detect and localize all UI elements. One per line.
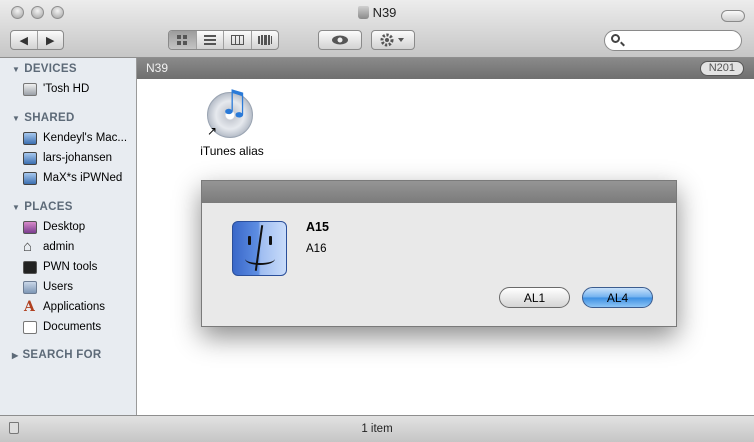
users-icon bbox=[23, 280, 37, 294]
sidebar-item-kendeyls-mac[interactable]: Kendeyl's Mac... bbox=[23, 130, 127, 146]
column-view-button[interactable] bbox=[223, 31, 251, 49]
forward-arrow-icon: ▶ bbox=[46, 34, 55, 47]
disclosure-triangle-icon: ▶ bbox=[12, 351, 19, 360]
status-bar: 1 item bbox=[0, 415, 754, 442]
icon-view-button[interactable] bbox=[169, 31, 196, 49]
itunes-alias-icon[interactable]: ♫ ↗ bbox=[207, 86, 257, 140]
sidebar-section-places[interactable]: ▼ PLACES bbox=[12, 201, 73, 213]
trash-icon bbox=[357, 6, 369, 19]
disk-icon bbox=[23, 82, 37, 96]
computer-icon bbox=[23, 151, 37, 165]
back-arrow-icon: ◀ bbox=[19, 34, 28, 47]
list-view-button[interactable] bbox=[195, 31, 224, 49]
item-count: 1 item bbox=[361, 423, 393, 435]
computer-icon bbox=[23, 171, 37, 185]
terminal-icon bbox=[23, 260, 37, 274]
finder-icon bbox=[232, 221, 287, 276]
eye-icon bbox=[332, 35, 348, 45]
coverflow-view-button[interactable] bbox=[250, 31, 279, 49]
disclosure-triangle-icon: ▼ bbox=[12, 65, 21, 74]
disclosure-triangle-icon: ▼ bbox=[12, 203, 21, 212]
sidebar-section-shared[interactable]: ▼ SHARED bbox=[12, 112, 75, 124]
dialog-title: A15 bbox=[306, 220, 329, 234]
navigation-buttons: ◀ ▶ bbox=[10, 30, 64, 50]
sidebar-item-desktop[interactable]: Desktop bbox=[23, 219, 85, 235]
sidebar-item-pwn-tools[interactable]: PWN tools bbox=[23, 259, 97, 275]
sidebar-item-lars-johansen[interactable]: lars-johansen bbox=[23, 150, 112, 166]
dialog-secondary-button[interactable]: AL1 bbox=[499, 287, 570, 308]
current-folder-label: N39 bbox=[146, 61, 169, 75]
sidebar-item-admin[interactable]: admin bbox=[23, 238, 74, 255]
folder-badge[interactable]: N201 bbox=[699, 61, 744, 76]
toolbar-toggle-button[interactable] bbox=[721, 10, 745, 22]
search-input[interactable] bbox=[625, 33, 739, 50]
sidebar-item-tosh-hd[interactable]: 'Tosh HD bbox=[23, 81, 89, 97]
computer-icon bbox=[23, 131, 37, 145]
gear-icon bbox=[380, 33, 404, 47]
applications-icon bbox=[23, 299, 37, 315]
alias-arrow-icon: ↗ bbox=[207, 124, 218, 138]
finder-window: N39 ◀ ▶ ▼ DEVICES 'Tosh HD ▼ SHARED Kend… bbox=[0, 0, 754, 442]
sidebar: ▼ DEVICES 'Tosh HD ▼ SHARED Kendeyl's Mac.… bbox=[0, 58, 137, 415]
desktop-icon bbox=[23, 220, 37, 234]
sidebar-item-users[interactable]: Users bbox=[23, 279, 73, 295]
search-field[interactable] bbox=[604, 30, 742, 51]
file-name-label[interactable]: iTunes alias bbox=[177, 144, 287, 158]
forward-button[interactable]: ▶ bbox=[36, 31, 64, 49]
view-switcher bbox=[168, 30, 279, 50]
sidebar-item-max-ipwned[interactable]: MaX*s iPWNed bbox=[23, 170, 122, 186]
back-button[interactable]: ◀ bbox=[11, 31, 37, 49]
icon-view-icon bbox=[176, 34, 187, 45]
title-bar: N39 ◀ ▶ bbox=[0, 0, 754, 58]
sidebar-section-devices[interactable]: ▼ DEVICES bbox=[12, 63, 77, 75]
dialog-primary-button[interactable]: AL4 bbox=[582, 287, 653, 308]
home-icon bbox=[23, 238, 37, 255]
window-title: N39 bbox=[0, 5, 754, 20]
quick-look-button[interactable] bbox=[318, 30, 362, 50]
sidebar-item-applications[interactable]: Applications bbox=[23, 299, 105, 315]
coverflow-view-icon bbox=[257, 35, 272, 45]
list-view-icon bbox=[203, 35, 216, 45]
disclosure-triangle-icon: ▼ bbox=[12, 114, 21, 123]
path-bar: N39 N201 bbox=[137, 58, 754, 79]
sidebar-section-search-for[interactable]: ▶ SEARCH FOR bbox=[12, 349, 101, 361]
documents-icon bbox=[23, 320, 37, 334]
alert-dialog: A15 A16 AL1 AL4 bbox=[201, 180, 677, 327]
search-icon bbox=[611, 34, 620, 43]
column-view-icon bbox=[230, 35, 244, 45]
action-button[interactable] bbox=[371, 30, 415, 50]
sidebar-item-documents[interactable]: Documents bbox=[23, 319, 101, 335]
dialog-title-bar bbox=[202, 181, 676, 203]
music-note-icon: ♫ bbox=[219, 83, 250, 123]
dialog-message: A16 bbox=[306, 243, 327, 255]
